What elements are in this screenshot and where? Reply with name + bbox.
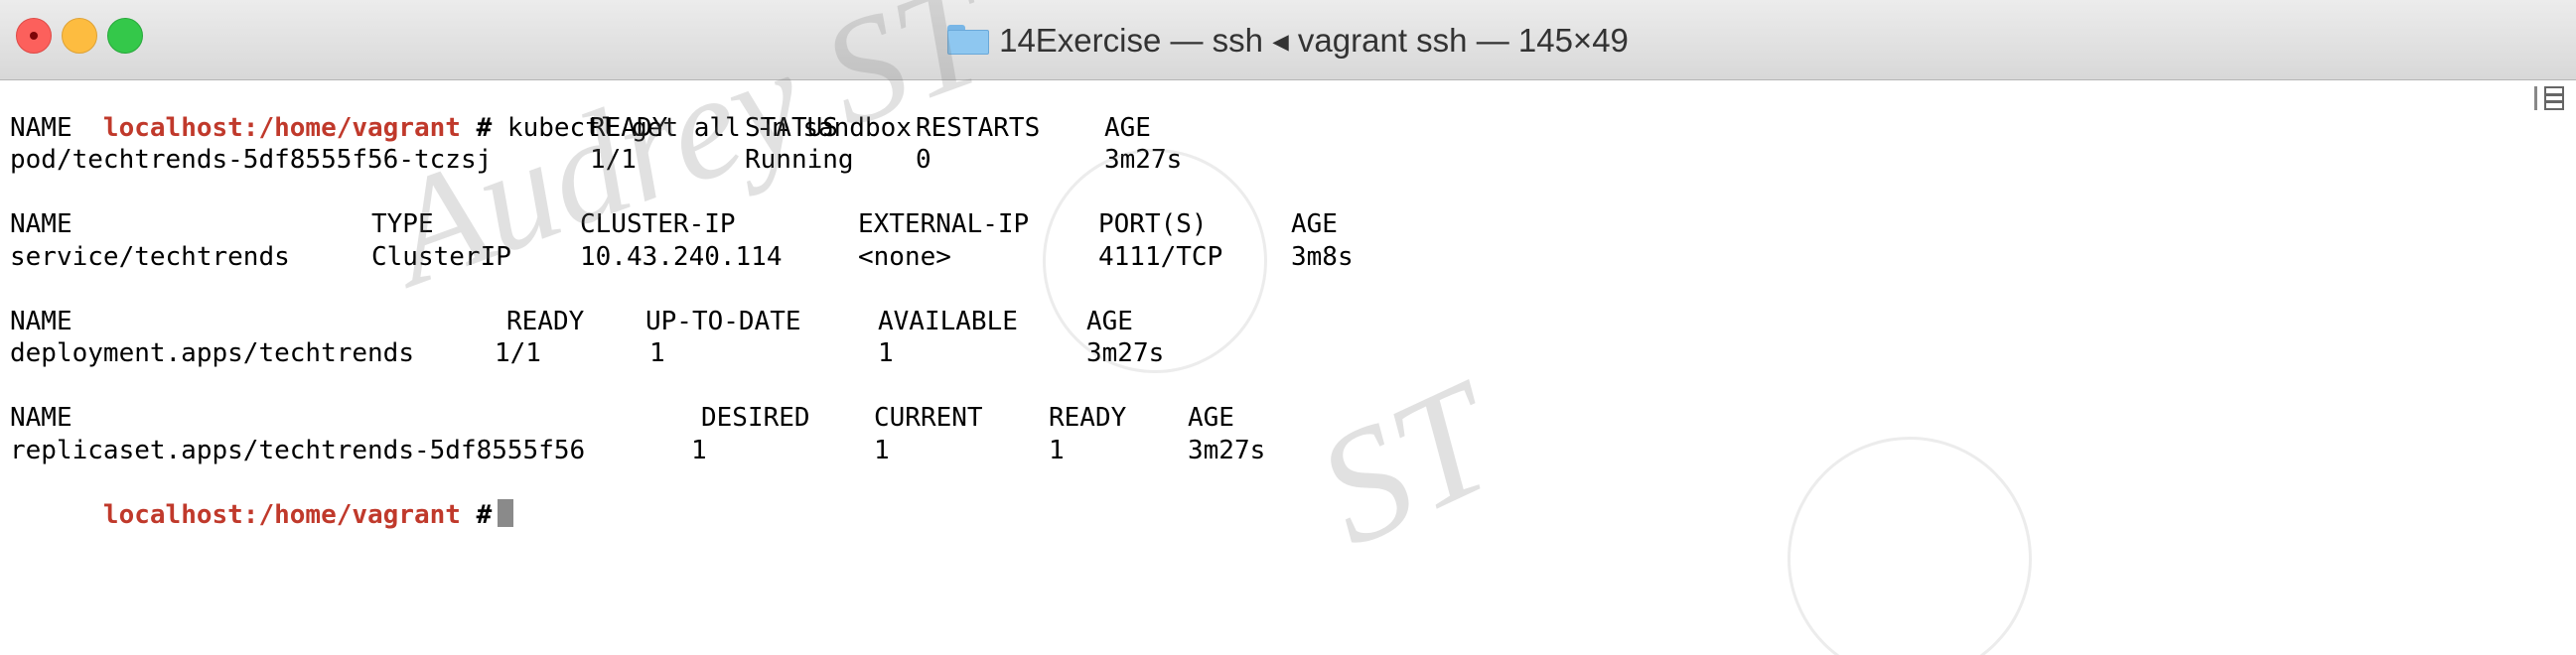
pod-ready: 1/1: [590, 145, 637, 175]
deployments-header: NAME READY UP-TO-DATE AVAILABLE AGE: [10, 306, 2503, 338]
pod-age: 3m27s: [1104, 145, 1183, 175]
title-bar[interactable]: 14Exercise — ssh ◂ vagrant ssh — 145×49: [0, 0, 2576, 80]
deployment-name: deployment.apps/techtrends: [10, 338, 414, 368]
pod-restarts: 0: [916, 145, 931, 175]
text-cursor: [498, 498, 514, 527]
replicaset-desired: 1: [691, 435, 707, 465]
table-row: deployment.apps/techtrends 1/1 1 1 3m27s: [10, 337, 2503, 370]
service-type: ClusterIP: [371, 241, 511, 272]
col-header: UP-TO-DATE: [645, 306, 801, 336]
current-prompt-line[interactable]: localhost:/home/vagrant #: [10, 466, 2503, 530]
col-header: NAME: [10, 209, 72, 239]
prompt-symbol: #: [476, 499, 493, 530]
col-header: NAME: [10, 403, 72, 433]
scrollbar-track[interactable]: [2534, 86, 2537, 110]
split-pane-icon[interactable]: [2544, 86, 2564, 110]
table-row: service/techtrends ClusterIP 10.43.240.1…: [10, 241, 2503, 274]
service-ports: 4111/TCP: [1098, 241, 1223, 272]
pods-header: NAME READY STATUS RESTARTS AGE: [10, 112, 2503, 145]
terminal-window: 14Exercise — ssh ◂ vagrant ssh — 145×49 …: [0, 0, 2576, 655]
col-header: STATUS: [745, 112, 838, 143]
deployment-ready: 1/1: [495, 338, 541, 368]
deployment-available: 1: [878, 338, 894, 368]
col-header: READY: [1049, 403, 1127, 433]
col-header: CLUSTER-IP: [580, 209, 736, 239]
service-name: service/techtrends: [10, 241, 290, 272]
col-header: NAME: [10, 112, 72, 143]
deployment-age: 3m27s: [1086, 338, 1165, 368]
col-header: AGE: [1086, 306, 1133, 336]
col-header: AVAILABLE: [878, 306, 1018, 336]
replicaset-name: replicaset.apps/techtrends-5df8555f56: [10, 435, 586, 465]
table-row: pod/techtrends-5df8555f56-tczsj 1/1 Runn…: [10, 144, 2503, 177]
col-header: PORT(S): [1098, 209, 1208, 239]
col-header: AGE: [1188, 403, 1234, 433]
table-row: replicaset.apps/techtrends-5df8555f56 1 …: [10, 435, 2503, 467]
prompt-path: localhost:/home/vagrant: [102, 499, 461, 530]
col-header: TYPE: [371, 209, 434, 239]
pod-status: Running: [745, 145, 854, 175]
replicaset-current: 1: [874, 435, 890, 465]
col-header: NAME: [10, 306, 72, 336]
service-age: 3m8s: [1291, 241, 1354, 272]
col-header: EXTERNAL-IP: [858, 209, 1030, 239]
col-header: CURRENT: [874, 403, 983, 433]
service-cluster-ip: 10.43.240.114: [580, 241, 783, 272]
pod-name: pod/techtrends-5df8555f56-tczsj: [10, 145, 493, 175]
replicasets-header: NAME DESIRED CURRENT READY AGE: [10, 402, 2503, 435]
col-header: RESTARTS: [916, 112, 1041, 143]
col-header: READY: [506, 306, 585, 336]
replicaset-age: 3m27s: [1188, 435, 1266, 465]
col-header: AGE: [1291, 209, 1338, 239]
window-title-container: 14Exercise — ssh ◂ vagrant ssh — 145×49: [0, 0, 2576, 79]
deployment-up-to-date: 1: [649, 338, 665, 368]
col-header: READY: [590, 112, 668, 143]
replicaset-ready: 1: [1049, 435, 1065, 465]
col-header: DESIRED: [701, 403, 810, 433]
service-external-ip: <none>: [858, 241, 951, 272]
col-header: AGE: [1104, 112, 1151, 143]
window-title: 14Exercise — ssh ◂ vagrant ssh — 145×49: [999, 21, 1629, 59]
folder-icon: [947, 25, 990, 55]
command-line: localhost:/home/vagrant # kubectl get al…: [10, 79, 2503, 143]
terminal-output[interactable]: localhost:/home/vagrant # kubectl get al…: [10, 79, 2503, 655]
services-header: NAME TYPE CLUSTER-IP EXTERNAL-IP PORT(S)…: [10, 208, 2503, 241]
